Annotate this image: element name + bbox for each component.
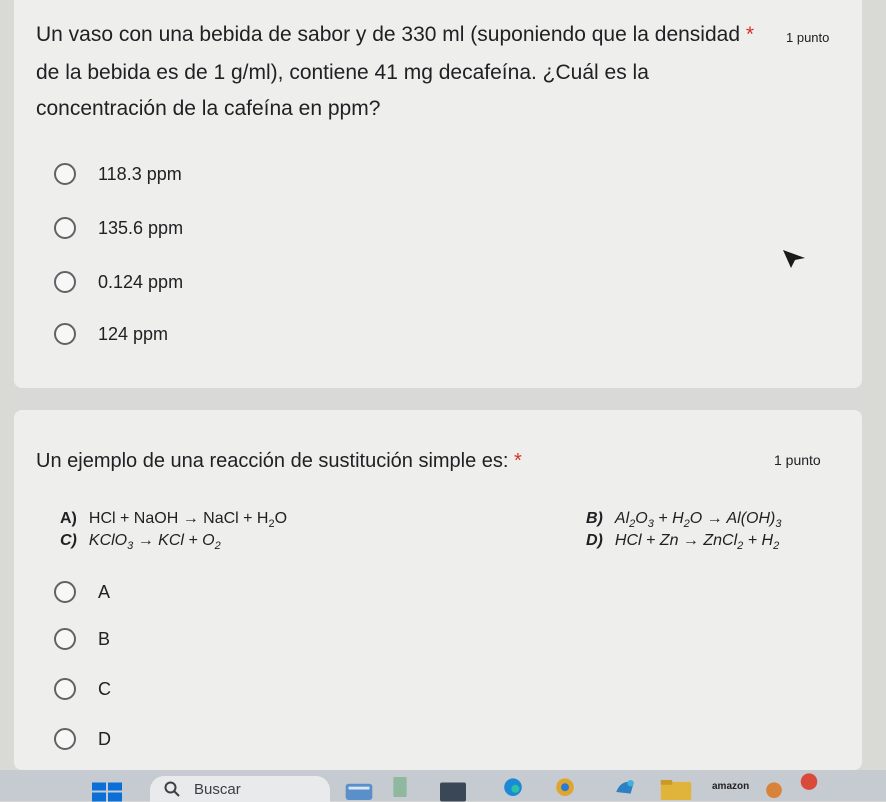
radio-button[interactable] xyxy=(54,271,76,293)
option-124-ppm[interactable]: 124 ppm xyxy=(54,323,168,345)
option-label: D xyxy=(98,728,111,749)
option-label: 0.124 ppm xyxy=(98,271,184,292)
chrome-icon[interactable] xyxy=(550,776,580,796)
radio-button[interactable] xyxy=(54,323,76,345)
reaction-d: D) HCl + Zn → ZnCl2 + H2 xyxy=(586,532,780,553)
points-label: 1 punto xyxy=(786,30,830,45)
reaction-a: A) HCl + NaOH → NaCl + H2O xyxy=(60,510,288,531)
radio-button[interactable] xyxy=(54,163,76,185)
reaction-letter: B) xyxy=(586,510,603,527)
windows-start-icon[interactable] xyxy=(92,782,122,802)
option-c[interactable]: C xyxy=(54,678,111,700)
question-card-1: Un vaso con una bebida de sabor y de 330… xyxy=(14,0,862,388)
option-135-6-ppm[interactable]: 135.6 ppm xyxy=(54,217,183,239)
option-label: 124 ppm xyxy=(98,323,169,344)
reaction-letter: D) xyxy=(586,532,603,549)
mouse-cursor-icon xyxy=(783,250,805,268)
question-1-line-1: Un vaso con una bebida de sabor y de 330… xyxy=(36,23,741,46)
search-icon xyxy=(164,781,180,797)
amazon-icon[interactable]: amazon xyxy=(712,781,749,792)
edge-browser-icon[interactable] xyxy=(500,776,526,796)
option-118-3-ppm[interactable]: 118.3 ppm xyxy=(54,163,182,185)
folder-icon[interactable] xyxy=(660,780,692,800)
radio-button[interactable] xyxy=(54,678,76,700)
radio-button[interactable] xyxy=(54,728,76,750)
question-2-text: Un ejemplo de una reacción de sustitució… xyxy=(36,444,522,478)
app-icon[interactable] xyxy=(440,782,466,802)
question-card-2: Un ejemplo de una reacción de sustitució… xyxy=(14,410,862,770)
option-label: B xyxy=(98,628,111,649)
radio-button[interactable] xyxy=(54,628,76,650)
reaction-c: C) KClO3 → KCl + O2 xyxy=(60,532,221,553)
taskbar-search[interactable]: Buscar xyxy=(150,776,330,802)
option-label: C xyxy=(98,678,111,699)
radio-button[interactable] xyxy=(54,217,76,239)
question-2-title: Un ejemplo de una reacción de sustitució… xyxy=(36,450,509,472)
file-explorer-icon[interactable] xyxy=(392,777,408,797)
option-0-124-ppm[interactable]: 0.124 ppm xyxy=(54,271,183,293)
question-1-line-3: concentración de la cafeína en ppm? xyxy=(36,97,381,120)
radio-button[interactable] xyxy=(54,581,76,603)
option-a[interactable]: A xyxy=(54,581,110,603)
required-asterisk: * xyxy=(745,23,755,46)
option-label: 135.6 ppm xyxy=(98,217,184,238)
reaction-b: B) Al2O3 + H2O → Al(OH)3 xyxy=(586,510,782,531)
app-icon-3[interactable] xyxy=(760,778,788,798)
points-label: 1 punto xyxy=(774,452,821,468)
search-label: Buscar xyxy=(194,780,241,798)
widgets-icon[interactable] xyxy=(345,780,373,800)
app-icon-2[interactable] xyxy=(610,776,640,796)
reaction-letter: C) xyxy=(60,532,77,549)
reaction-letter: A) xyxy=(60,510,77,527)
taskbar: Buscar amazon xyxy=(0,770,886,802)
question-1-text: Un vaso con una bebida de sabor y de 330… xyxy=(36,18,754,52)
option-d[interactable]: D xyxy=(54,728,111,750)
option-b[interactable]: B xyxy=(54,628,110,650)
notification-badge-icon[interactable] xyxy=(794,772,824,792)
required-asterisk: * xyxy=(514,450,522,472)
question-1-line-2: de la bebida es de 1 g/ml), contiene 41 … xyxy=(36,61,649,84)
option-label: 118.3 ppm xyxy=(98,163,182,184)
option-label: A xyxy=(98,581,111,602)
